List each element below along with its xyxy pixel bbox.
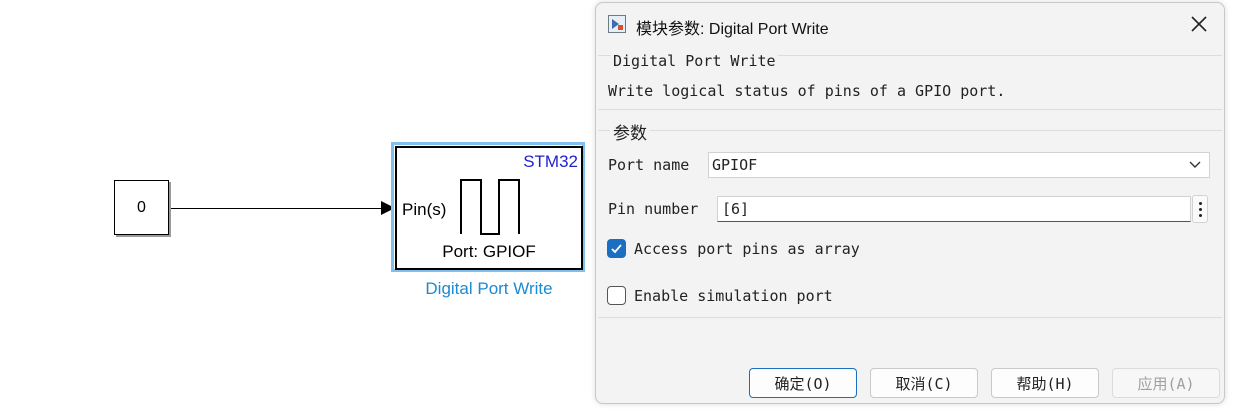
ok-button[interactable]: 确定(O) [749, 368, 857, 398]
access-array-checkbox[interactable] [607, 239, 626, 258]
digital-port-write-block[interactable]: STM32 Pin(s) Port: GPIOF [395, 146, 583, 270]
vendor-label: STM32 [523, 152, 578, 171]
apply-button[interactable]: 应用(A) [1112, 368, 1220, 398]
simulink-block-icon [608, 15, 626, 33]
enable-simulation-checkbox[interactable] [607, 286, 626, 305]
block-name-label[interactable]: Digital Port Write [395, 279, 583, 299]
input-port-label: Pin(s) [402, 200, 447, 219]
pin-number-value: [6] [722, 200, 750, 218]
port-label: Port: GPIOF [442, 242, 536, 261]
description-text: Write logical status of pins of a GPIO p… [608, 82, 1006, 100]
description-title: Digital Port Write [611, 52, 778, 70]
port-name-label: Port name [608, 156, 690, 174]
parameters-title: 参数 [610, 119, 650, 144]
constant-value: 0 [137, 198, 146, 216]
cancel-button[interactable]: 取消(C) [870, 368, 978, 398]
pulse-waveform-icon [460, 179, 520, 235]
port-name-select[interactable]: GPIOF [708, 152, 1210, 178]
description-group: Digital Port Write Write logical status … [598, 52, 1222, 110]
access-array-label: Access port pins as array [634, 240, 860, 258]
close-icon[interactable] [1188, 13, 1210, 35]
port-name-value: GPIOF [712, 156, 758, 174]
kebab-menu-icon[interactable] [1192, 195, 1208, 223]
pin-number-input[interactable]: [6] [717, 196, 1191, 222]
constant-block[interactable]: 0 [114, 180, 169, 235]
chevron-down-icon [1189, 161, 1201, 168]
block-parameters-dialog: 模块参数: Digital Port Write Digital Port Wr… [595, 2, 1225, 404]
pin-number-label: Pin number [608, 200, 699, 218]
signal-line[interactable] [171, 208, 383, 209]
help-button[interactable]: 帮助(H) [991, 368, 1099, 398]
checkbox-checked-icon [611, 244, 622, 254]
enable-simulation-label: Enable simulation port [634, 287, 833, 305]
dialog-title-bar[interactable]: 模块参数: Digital Port Write [596, 3, 1224, 45]
dialog-title: 模块参数: Digital Port Write [636, 21, 829, 38]
